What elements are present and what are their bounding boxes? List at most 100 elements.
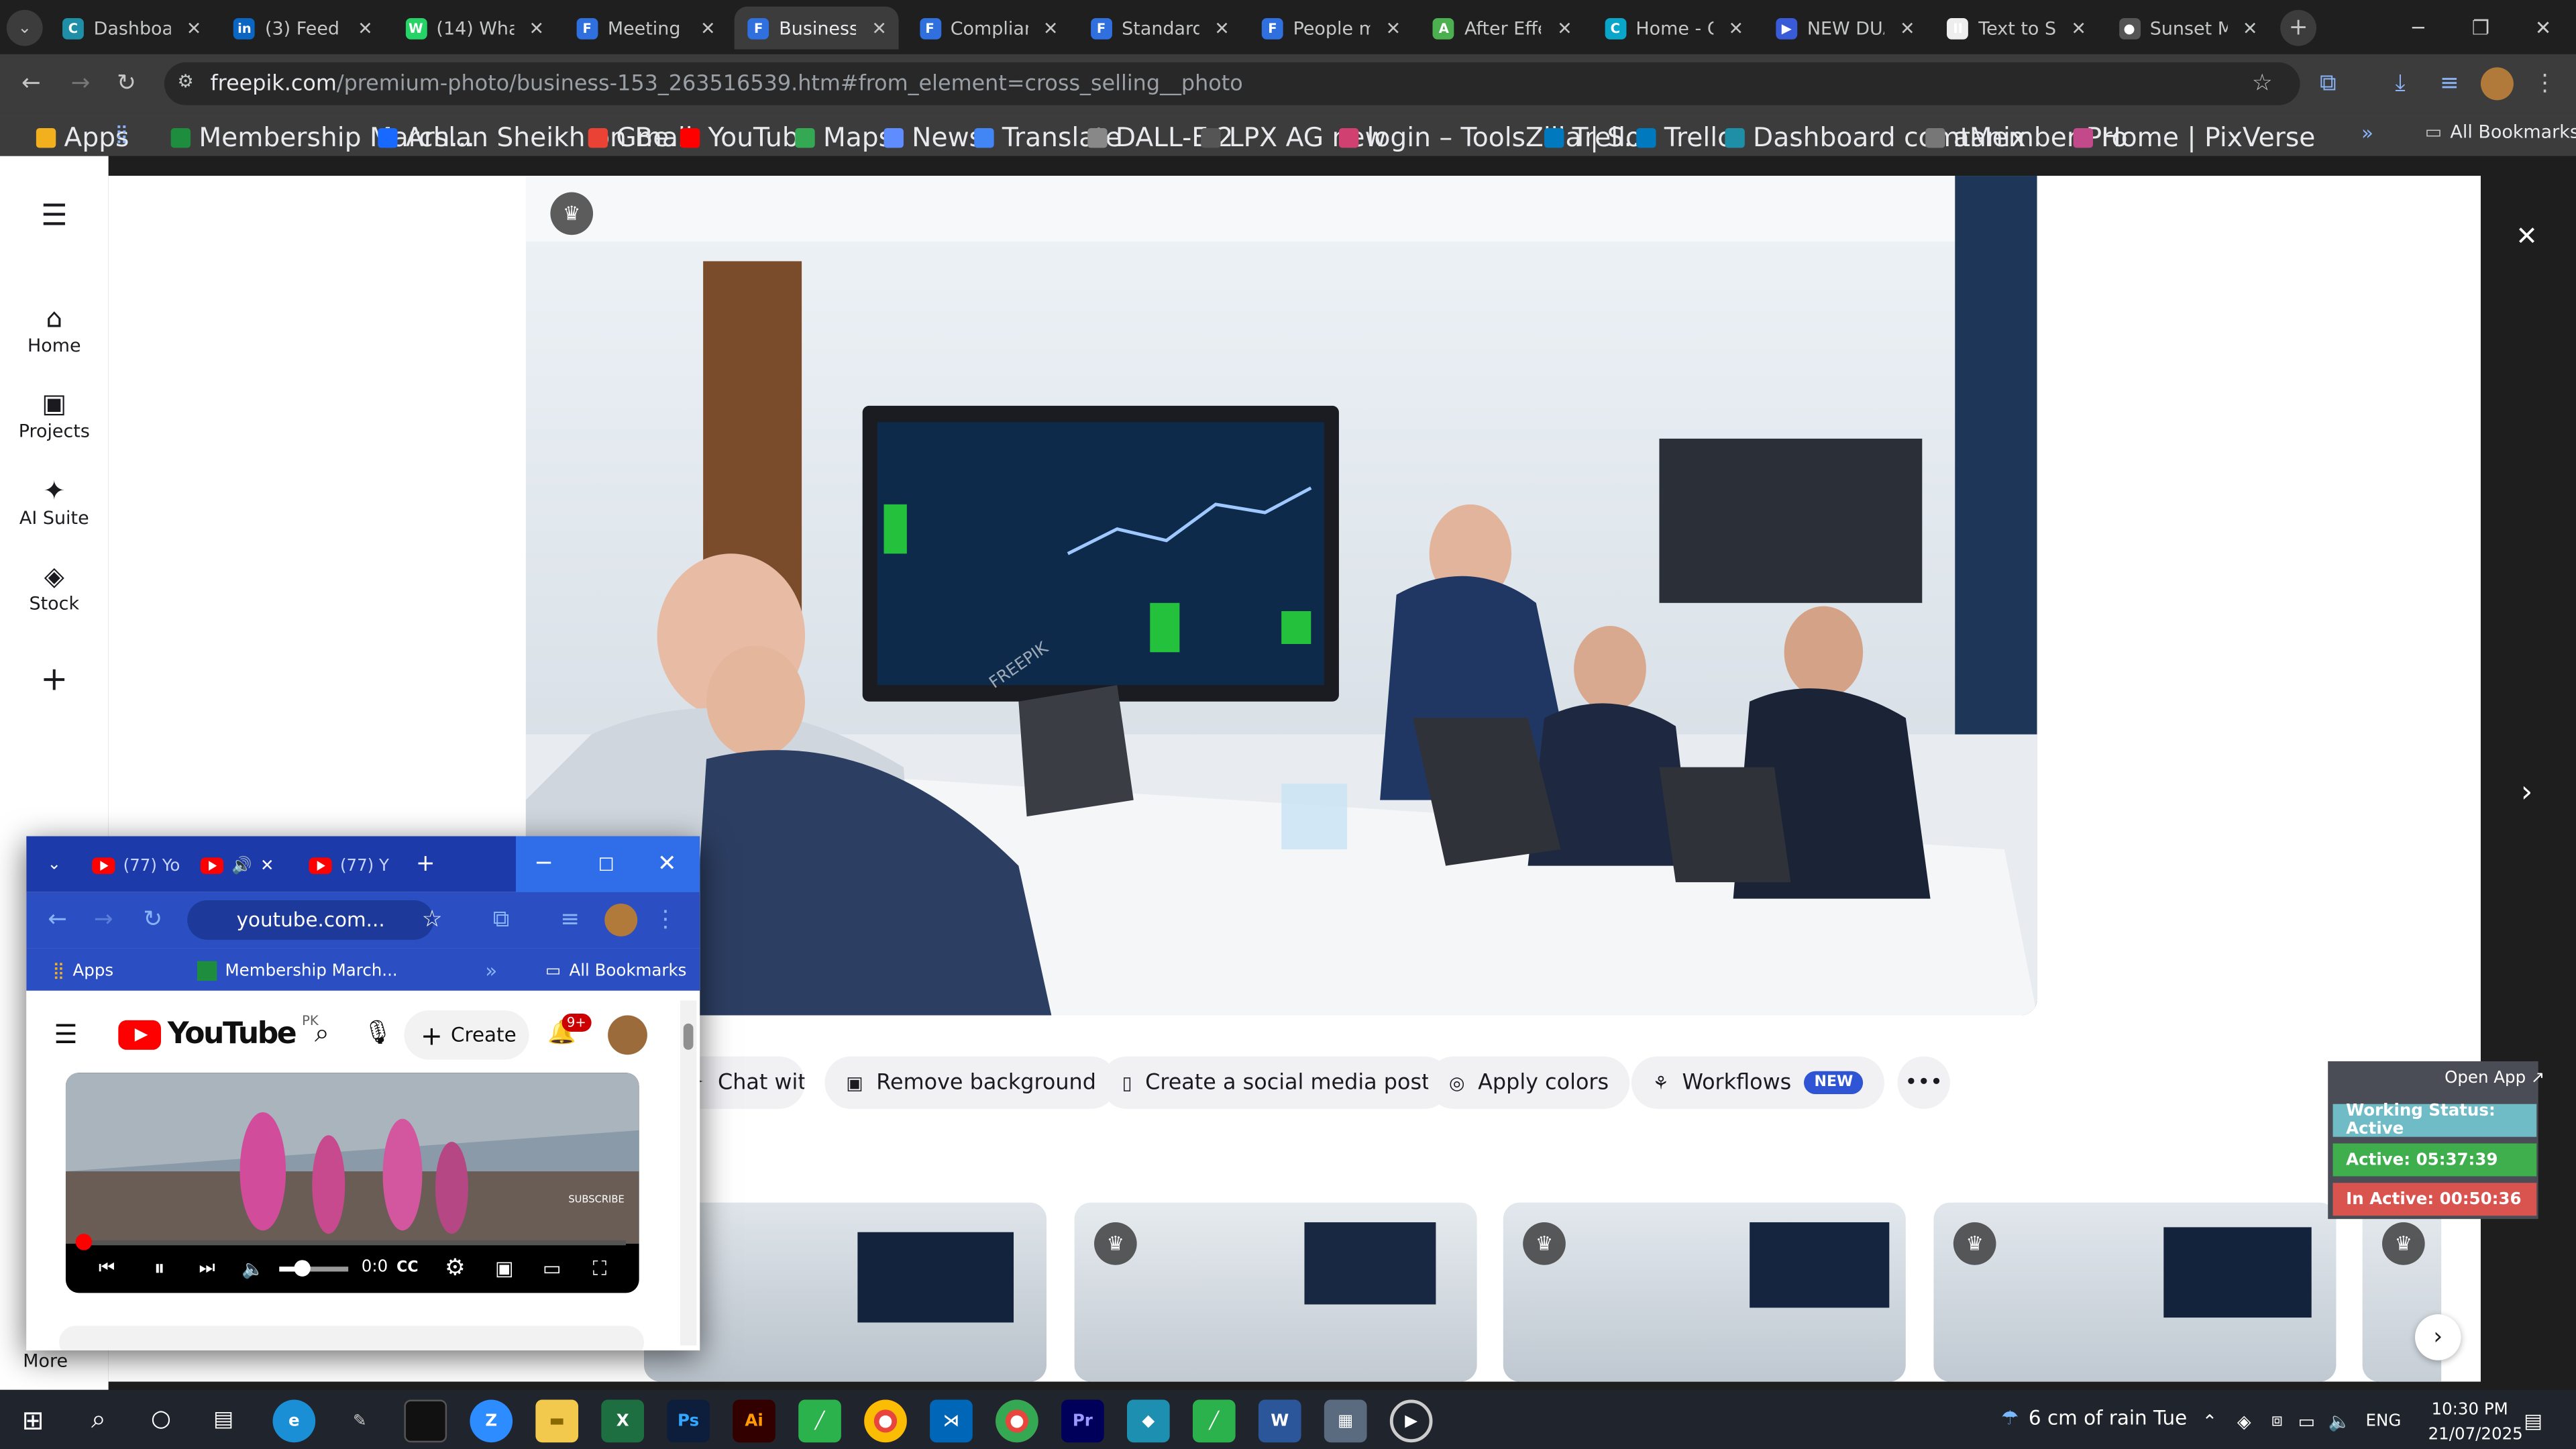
weather-widget[interactable]: ☂ 6 cm of rain Tue: [2001, 1406, 2187, 1429]
browser-tab[interactable]: W (14) Whats ✕: [392, 7, 556, 50]
yt-menu-icon[interactable]: ☰: [49, 1017, 82, 1050]
close-tab-icon[interactable]: ✕: [1380, 17, 1406, 39]
word-icon[interactable]: W: [1258, 1399, 1301, 1443]
chrome-active-icon[interactable]: ●: [996, 1399, 1038, 1443]
yt-theater-icon[interactable]: ▭: [537, 1254, 567, 1283]
minimize-icon[interactable]: ─: [2385, 0, 2451, 54]
notifications-icon[interactable]: ▤: [2517, 1405, 2550, 1438]
popup-new-tab-icon[interactable]: +: [411, 849, 440, 879]
tray-network-app-icon[interactable]: ⧈: [2264, 1406, 2290, 1436]
maximize-icon[interactable]: ❐: [2448, 0, 2514, 54]
illustrator-icon[interactable]: Ai: [733, 1399, 775, 1443]
pen-icon[interactable]: ✎: [338, 1400, 381, 1443]
popup-bm-membership[interactable]: Membership March...: [197, 953, 398, 989]
close-tab-icon[interactable]: ✕: [1894, 17, 1921, 39]
volume-icon[interactable]: 🔈: [2326, 1406, 2353, 1436]
apply-colors-button[interactable]: ◎ Apply colors: [1428, 1056, 1630, 1110]
browser-tab[interactable]: F Meeting H ✕: [564, 7, 728, 50]
yt-fullscreen-icon[interactable]: ⛶: [585, 1254, 614, 1283]
bookmark-item[interactable]: Maps: [795, 121, 892, 153]
site-info-icon[interactable]: ⚙: [177, 70, 193, 92]
close-tab-icon[interactable]: ✕: [1552, 17, 1578, 39]
sidebar-more[interactable]: More: [23, 1350, 68, 1372]
forward-icon[interactable]: →: [62, 66, 99, 102]
close-tab-icon[interactable]: ✕: [1038, 17, 1064, 39]
browser-tab[interactable]: F Standard c ✕: [1077, 7, 1242, 50]
yt-cc-icon[interactable]: CC: [392, 1254, 422, 1283]
browser-tab[interactable]: ● Sunset Mo ✕: [2106, 7, 2270, 50]
address-bar[interactable]: ⚙ freepik.com/premium-photo/business-153…: [164, 62, 2300, 105]
browser-tab[interactable]: C Dashboard ✕: [49, 7, 213, 50]
popup-maximize-icon[interactable]: ☐: [585, 846, 628, 882]
close-tab-icon[interactable]: ✕: [1209, 17, 1235, 39]
yt-volume-slider[interactable]: [279, 1267, 349, 1272]
search-icon[interactable]: ⌕: [79, 1400, 119, 1440]
premiere-icon[interactable]: Pr: [1061, 1399, 1104, 1443]
download-icon[interactable]: ⤓: [2382, 66, 2418, 102]
extensions-icon[interactable]: ⧉: [2310, 66, 2346, 102]
yt-volume-knob[interactable]: [294, 1260, 311, 1277]
close-tab-icon[interactable]: ✕: [1723, 17, 1749, 39]
popup-extension-icon[interactable]: ⧉: [486, 902, 516, 938]
sheets-green-icon[interactable]: ╱: [798, 1399, 841, 1443]
edge-icon[interactable]: e: [272, 1399, 316, 1443]
browser-tab[interactable]: in (3) Feed | L ✕: [221, 7, 385, 50]
popup-star-icon[interactable]: ☆: [417, 902, 447, 938]
popup-tab-1[interactable]: (77) Yo: [92, 848, 180, 884]
browser-tab[interactable]: F People me ✕: [1248, 7, 1413, 50]
yt-miniplayer-icon[interactable]: ▣: [490, 1254, 519, 1283]
popup-minimize-icon[interactable]: ─: [523, 846, 566, 882]
related-photo-1[interactable]: [644, 1202, 1047, 1382]
excel-icon[interactable]: X: [601, 1399, 645, 1443]
tray-app-icon[interactable]: ◈: [2231, 1406, 2257, 1436]
popup-close-icon[interactable]: ✕: [645, 846, 688, 882]
browser-tab[interactable]: C Home - Ca ✕: [1591, 7, 1756, 50]
scroll-right-icon[interactable]: ›: [2415, 1314, 2461, 1360]
clock-date[interactable]: 21/07/2025: [2428, 1426, 2523, 1444]
tray-chevron-icon[interactable]: ⌃: [2196, 1406, 2222, 1436]
close-tab-icon[interactable]: ✕: [866, 17, 892, 39]
yt-prev-icon[interactable]: ⏮: [92, 1254, 121, 1283]
sheets-green-2-icon[interactable]: ╱: [1192, 1399, 1236, 1443]
browser-tab[interactable]: F Business T ✕: [735, 6, 900, 50]
zoom-icon[interactable]: Z: [470, 1399, 513, 1443]
yt-next-card[interactable]: [59, 1326, 645, 1351]
add-icon[interactable]: +: [36, 659, 72, 698]
input-language[interactable]: ENG: [2366, 1413, 2402, 1431]
cortana-icon[interactable]: ○: [142, 1400, 181, 1440]
browser-tab[interactable]: A After Effec ✕: [1420, 7, 1585, 50]
yt-avatar[interactable]: [608, 1015, 647, 1055]
browser-tab[interactable]: ▶ NEW DUA ✕: [1763, 7, 1927, 50]
youtube-logo[interactable]: YouTube PK: [118, 1014, 319, 1051]
popup-bm-overflow-icon[interactable]: »: [480, 958, 502, 984]
close-tab-icon[interactable]: ✕: [2065, 17, 2092, 39]
close-tab-icon[interactable]: ✕: [180, 17, 207, 39]
popup-back-icon[interactable]: ←: [43, 902, 72, 938]
calculator-icon[interactable]: ▦: [1324, 1399, 1367, 1443]
yt-video-player[interactable]: SUBSCRIBE ⏮ ⏸ ⏭ 🔈 0:0 CC ⚙ ▣ ▭ ⛶: [65, 1073, 639, 1293]
profile-avatar[interactable]: [2480, 67, 2514, 101]
browser-menu-icon[interactable]: ⋮: [2527, 66, 2563, 102]
chrome-icon[interactable]: ●: [864, 1399, 907, 1443]
yt-mic-icon[interactable]: 🎙: [362, 1017, 394, 1050]
close-modal-icon[interactable]: ✕: [2507, 215, 2546, 255]
sidebar-item-home[interactable]: ⌂ Home: [0, 303, 109, 357]
bookmark-item[interactable]: Trello: [1544, 121, 1642, 153]
bookmark-star-icon[interactable]: ☆: [2244, 66, 2280, 102]
yt-progress-bar[interactable]: [78, 1240, 627, 1246]
remove-background-button[interactable]: ▣ Remove background: [824, 1056, 1118, 1110]
photoshop-icon[interactable]: Ps: [667, 1399, 710, 1443]
all-bookmarks-folder[interactable]: ▭ All Bookmarks: [2425, 121, 2576, 143]
yt-create-button[interactable]: + Create: [404, 1010, 529, 1060]
browser-tab[interactable]: F Complianc ✕: [906, 7, 1071, 50]
bookmark-item[interactable]: News: [883, 121, 983, 153]
related-photo-2[interactable]: ♛: [1074, 1202, 1477, 1382]
popup-tab-search-icon[interactable]: ⌄: [40, 849, 69, 879]
related-photo-4[interactable]: ♛: [1933, 1202, 2337, 1382]
yt-next-icon[interactable]: ⏭: [193, 1254, 222, 1283]
terminal-icon[interactable]: [404, 1399, 447, 1443]
yt-settings-icon[interactable]: ⚙: [440, 1254, 470, 1283]
browser-tab[interactable]: II Text to Sp ✕: [1934, 7, 2098, 50]
yt-search-icon[interactable]: ⌕: [306, 1017, 339, 1050]
popup-tab-3[interactable]: (77) Y: [309, 848, 389, 884]
